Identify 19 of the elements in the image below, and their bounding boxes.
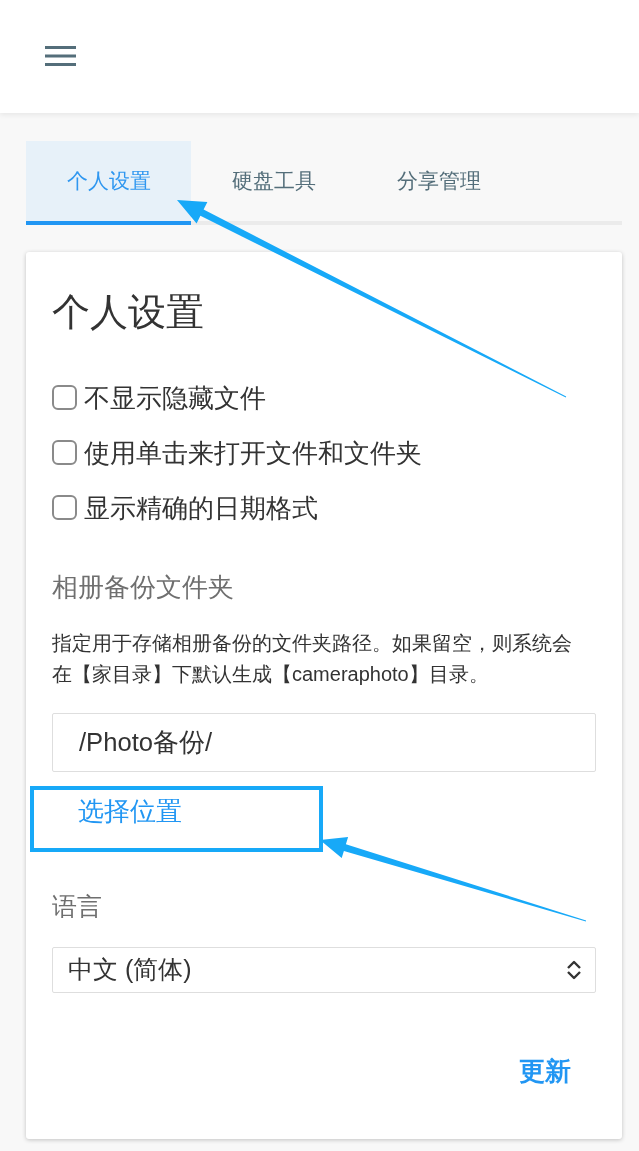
checkbox[interactable] (52, 440, 77, 465)
update-button[interactable]: 更新 (494, 1046, 596, 1096)
field-label: 语言 (52, 891, 103, 922)
folder-path-field[interactable]: /Photo备份/ (52, 713, 596, 772)
field-description: 指定用于存储相册备份的文件夹路径。如果留空，则系统会在【家目录】下默认生成【cameraphoto】目录。 (52, 631, 573, 687)
checkbox[interactable] (52, 495, 77, 520)
tab[interactable]: 硬盘工具 (191, 141, 356, 225)
checkbox-label: 显示精确的日期格式 (84, 492, 318, 524)
tab[interactable]: 分享管理 (356, 141, 521, 225)
choose-location-button[interactable]: 选择位置 (52, 786, 208, 836)
checkbox[interactable] (52, 385, 77, 410)
checkbox-label: 不显示隐藏文件 (84, 382, 266, 414)
menu-icon[interactable] (45, 46, 76, 66)
field-label: 相册备份文件夹 (52, 572, 235, 603)
tab[interactable]: 个人设置 (26, 141, 191, 225)
language-select[interactable]: 中文 (简体) (52, 947, 596, 993)
checkbox-label: 使用单击来打开文件和文件夹 (84, 437, 422, 469)
section-title: 个人设置 (52, 290, 205, 335)
chevron-up-down-icon (565, 960, 583, 980)
